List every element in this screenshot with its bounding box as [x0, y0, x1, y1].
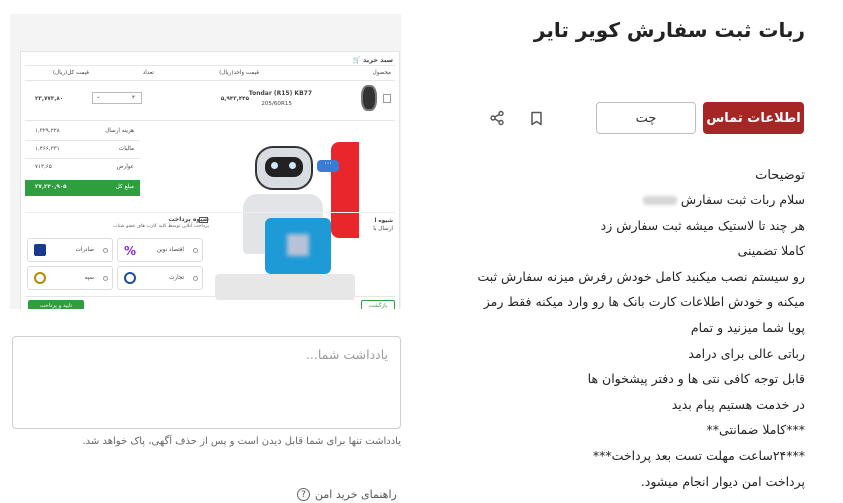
- bank-option: اقتصاد نوین %: [117, 238, 203, 262]
- payment-subtitle: پرداخت آنلاین توسط کلیه کارت های عضو شتا…: [113, 224, 209, 229]
- bank-options: اقتصاد نوین % صادرات تجارت سپه: [27, 238, 203, 292]
- description-line: پرداخت امن دیوار انجام میشود.: [640, 473, 805, 489]
- cart-icon: 🛒: [352, 56, 361, 64]
- bank-option: تجارت: [117, 266, 203, 290]
- shipping-section: شیوه ا ارسال با: [373, 218, 393, 232]
- description-line: در خدمت هستیم پیام بدید: [671, 396, 805, 412]
- bank-option: صادرات: [27, 238, 113, 262]
- chat-bubble-icon: ···: [317, 160, 339, 172]
- description-line: ***کاملا ضمانتی**: [706, 422, 805, 438]
- confirm-pay-button: تایید و پرداخت: [28, 300, 84, 309]
- description-line: سلام ربات ثبت سفارش: [475, 187, 805, 213]
- col-product: محصول: [372, 70, 391, 76]
- description-line: هر چند تا لاستیک میشه ثبت سفارش زد: [600, 217, 805, 233]
- guide-label: راهنمای خرید امن: [315, 488, 397, 501]
- red-banner: [331, 142, 359, 238]
- order-page-screenshot: سبد خرید 🛒 محصول قیمت واحد(ریال) تعداد ق…: [20, 51, 400, 309]
- tejarat-logo: [124, 272, 136, 284]
- col-qty: تعداد: [142, 70, 154, 76]
- robot-head: [255, 146, 313, 190]
- description-line: ***۲۴ساعت مهلت تست بعد پرداخت***: [592, 447, 805, 463]
- laptop: [265, 218, 331, 274]
- product-size: 205/60R15: [261, 101, 292, 107]
- tire-image: [361, 85, 377, 111]
- summary-table: هزینه ارسال ۱,۳۲۹,۲۲۸ مالیات ۱,۴۶۶,۳۳۱ ع…: [25, 124, 140, 204]
- product-name: Tondar (R15) KB77: [248, 90, 312, 97]
- ad-image[interactable]: سبد خرید 🛒 محصول قیمت واحد(ریال) تعداد ق…: [10, 14, 401, 309]
- qty-select: ۴ ⌄: [92, 92, 142, 104]
- saderat-logo: [34, 244, 46, 256]
- blurred-text: [642, 196, 677, 205]
- description-line: میکنه و خودش اطلاعات کارت بانک ها رو وار…: [483, 294, 805, 310]
- description-line: قابل توجه کافی نتی ها و دفتر پیشخوان ها: [587, 371, 805, 387]
- note-input[interactable]: یادداشت شما...: [12, 336, 401, 429]
- card-icon: [199, 217, 208, 223]
- description-line: رباتی عالی برای درامد: [688, 345, 805, 361]
- share-icon[interactable]: [487, 108, 507, 128]
- robot-illustration: ···: [199, 130, 359, 305]
- description-line: رو سیستم نصب میکنید کامل خودش رفرش میزنه…: [477, 268, 805, 284]
- trash-icon: [383, 94, 391, 103]
- description-heading: توضیحات: [755, 168, 805, 183]
- sepah-logo: [34, 272, 46, 284]
- cart-title: سبد خرید 🛒: [352, 56, 393, 64]
- description: توضیحات سلام ربات ثبت سفارش هر چند تا لا…: [475, 168, 805, 494]
- description-line: کاملا تضمینی: [737, 243, 805, 259]
- bank-option: سپه: [27, 266, 113, 290]
- ad-title: ربات ثبت سفارش کویر تایر: [533, 18, 805, 42]
- note-help-text: یادداشت تنها برای شما قابل دیدن است و پس…: [82, 436, 402, 447]
- col-total: قیمت کل(ریال): [52, 70, 89, 76]
- eghtesad-novin-logo: %: [124, 244, 137, 258]
- description-line: پویا شما میزنید و تمام: [690, 319, 805, 335]
- chat-button[interactable]: چت: [596, 102, 696, 134]
- col-unit-price: قیمت واحد(ریال): [219, 70, 259, 76]
- row-total: ۲۳,۷۷۳,۸۰: [35, 96, 64, 102]
- question-icon: ?: [297, 488, 310, 501]
- grand-total-row: مبلغ کل ۲۷,۲۴۰,۹۰۵: [25, 180, 140, 196]
- bookmark-icon[interactable]: [526, 108, 546, 128]
- back-button: بازگشت: [361, 300, 395, 309]
- contact-info-button[interactable]: اطلاعات تماس: [703, 102, 804, 134]
- safe-purchase-guide-link[interactable]: راهنمای خرید امن ?: [297, 488, 397, 501]
- unit-price: ۵,۹۴۳,۴۴۵: [220, 96, 249, 102]
